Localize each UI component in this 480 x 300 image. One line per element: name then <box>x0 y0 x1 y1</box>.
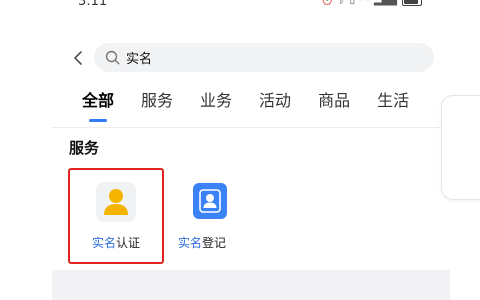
service-label-rest: 认证 <box>116 236 141 250</box>
tab-services[interactable]: 服务 <box>141 88 173 114</box>
back-button[interactable] <box>68 46 88 70</box>
section-title: 服务 <box>69 139 100 157</box>
tab-all[interactable]: 全部 <box>82 88 114 114</box>
tab-business[interactable]: 业务 <box>200 88 232 114</box>
tab-activities[interactable]: 活动 <box>259 88 291 114</box>
service-label-rest: 登记 <box>202 236 227 250</box>
service-real-name-registration[interactable]: 实名登记 <box>162 168 258 264</box>
bottom-section <box>52 270 450 300</box>
status-bar: 3:11 ⏰ ᛒ ▯ ◠ ▂▄▆ <box>0 0 480 12</box>
wifi-icon: ◠ <box>360 0 369 6</box>
service-label: 实名登记 <box>154 234 250 251</box>
search-icon <box>104 50 120 66</box>
tabs-divider <box>52 127 450 128</box>
tab-life[interactable]: 生活 <box>377 88 409 114</box>
person-icon <box>96 182 136 222</box>
status-time: 3:11 <box>78 0 108 9</box>
service-label-highlight: 实名 <box>177 236 202 250</box>
service-real-name-auth[interactable]: 实名认证 <box>68 168 164 264</box>
vibrate-icon: ▯ <box>349 0 356 6</box>
chevron-left-icon <box>74 51 82 65</box>
bluetooth-icon: ᛒ <box>338 0 345 6</box>
tab-products[interactable]: 商品 <box>318 88 350 114</box>
search-input[interactable] <box>124 44 418 71</box>
alarm-icon: ⏰ <box>321 0 334 6</box>
signal-icon: ▂▄▆ <box>373 0 397 6</box>
tab-bar: 全部 服务 业务 活动 商品 生活 <box>82 88 436 114</box>
service-label: 实名认证 <box>70 234 162 251</box>
id-card-person-icon <box>193 183 227 219</box>
side-panel <box>441 95 480 200</box>
status-icons: ⏰ ᛒ ▯ ◠ ▂▄▆ <box>321 0 422 7</box>
battery-icon <box>402 0 422 6</box>
service-label-highlight: 实名 <box>91 236 116 250</box>
search-box[interactable] <box>94 43 434 72</box>
